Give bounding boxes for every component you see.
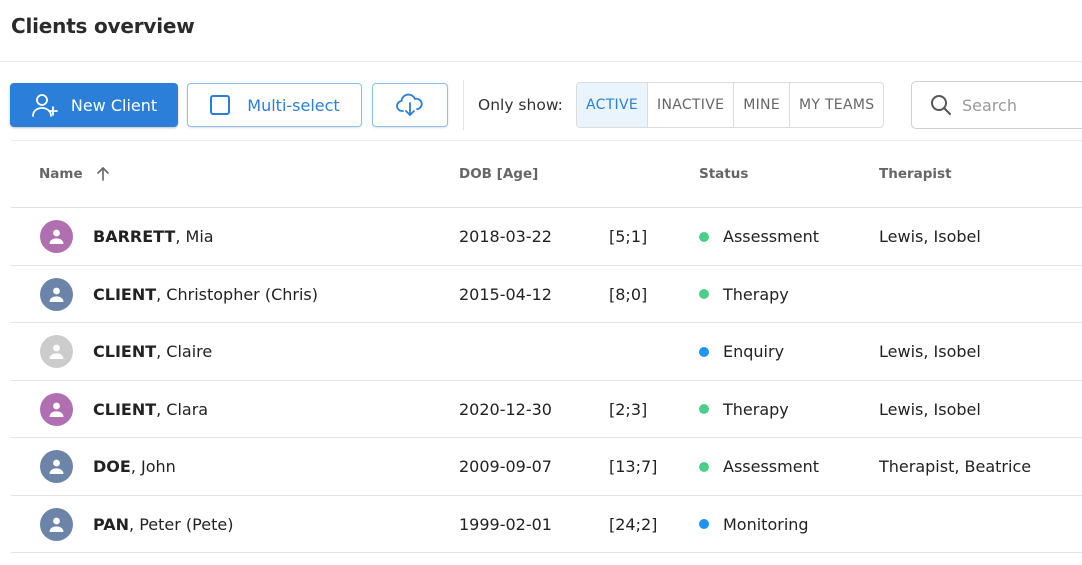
- client-dob: 2018-03-22: [459, 227, 552, 246]
- avatar: [40, 450, 73, 483]
- client-name[interactable]: CLIENT, Claire: [93, 342, 212, 361]
- person-icon: [49, 344, 64, 359]
- table-header: Name DOB [Age] Status Therapist: [11, 141, 1082, 208]
- table-row[interactable]: CLIENT, Clara 2020-12-30 [2;3] Therapy L…: [11, 381, 1082, 438]
- client-given-name: , Claire: [156, 342, 213, 361]
- filter-inactive[interactable]: INACTIVE: [648, 83, 735, 127]
- client-dob: 1999-02-01: [459, 514, 552, 534]
- avatar: [40, 335, 73, 368]
- table-row[interactable]: PAN, Peter (Pete) 1999-02-01 [24;2] Moni…: [11, 496, 1082, 553]
- page-title: Clients overview: [11, 14, 195, 38]
- client-surname: CLIENT: [93, 284, 157, 304]
- client-surname: DOE: [93, 457, 131, 476]
- client-therapist: Lewis, Isobel: [879, 342, 981, 361]
- column-header-status[interactable]: Status: [699, 166, 748, 182]
- search-input[interactable]: [962, 95, 1082, 115]
- client-status: Assessment: [699, 227, 819, 246]
- client-dob: 2020-12-30: [459, 399, 552, 419]
- status-label: Enquiry: [723, 342, 785, 361]
- avatar: [40, 220, 73, 253]
- search-box[interactable]: [911, 81, 1082, 129]
- column-header-dob[interactable]: DOB [Age]: [459, 166, 538, 182]
- download-button[interactable]: [372, 83, 448, 127]
- client-age: [8;0]: [609, 284, 648, 304]
- toolbar-divider: [463, 80, 464, 130]
- column-header-name-label: Name: [39, 166, 83, 182]
- status-dot: [699, 346, 709, 357]
- table-row[interactable]: CLIENT, Christopher (Chris) 2015-04-12 […: [11, 266, 1082, 323]
- table-row[interactable]: DOE, John 2009-09-07 [13;7] Assessment T…: [11, 438, 1082, 496]
- client-therapist: Therapist, Beatrice: [879, 457, 1032, 476]
- client-given-name: , Clara: [156, 399, 209, 419]
- client-surname: BARRETT: [93, 227, 176, 246]
- filter-my-teams[interactable]: MY TEAMS: [790, 83, 883, 127]
- table-row[interactable]: BARRETT, Mia 2018-03-22 [5;1] Assessment…: [11, 208, 1082, 266]
- person-icon: [49, 287, 64, 302]
- status-dot: [699, 231, 709, 242]
- client-name[interactable]: PAN, Peter (Pete): [93, 515, 233, 534]
- only-show-label: Only show:: [478, 96, 563, 114]
- client-name[interactable]: DOE, John: [93, 457, 176, 476]
- status-label: Assessment: [723, 457, 819, 476]
- client-age: [2;3]: [609, 399, 648, 419]
- person-icon: [49, 402, 64, 417]
- client-status: Assessment: [699, 457, 819, 476]
- status-label: Monitoring: [723, 514, 809, 534]
- column-header-therapist[interactable]: Therapist: [879, 166, 952, 182]
- filter-mine[interactable]: MINE: [734, 83, 790, 127]
- table-body: BARRETT, Mia 2018-03-22 [5;1] Assessment…: [11, 208, 1082, 553]
- client-age: [5;1]: [609, 227, 648, 246]
- multi-select-button[interactable]: Multi-select: [187, 83, 362, 127]
- filter-active[interactable]: ACTIVE: [577, 83, 649, 127]
- client-given-name: , John: [130, 457, 176, 476]
- client-dob: 2015-04-12: [459, 284, 552, 304]
- client-surname: PAN: [93, 514, 130, 534]
- person-icon: [49, 229, 64, 244]
- status-dot: [699, 289, 709, 299]
- client-therapist: Lewis, Isobel: [879, 399, 981, 419]
- arrow-up-icon: [96, 167, 109, 181]
- client-name[interactable]: BARRETT, Mia: [93, 227, 214, 246]
- client-surname: CLIENT: [93, 342, 157, 361]
- search-icon: [931, 95, 951, 115]
- client-given-name: , Peter (Pete): [129, 514, 234, 534]
- client-therapist: Lewis, Isobel: [879, 227, 981, 246]
- checkbox-icon: [210, 95, 231, 115]
- client-status: Enquiry: [699, 342, 784, 361]
- client-name[interactable]: CLIENT, Christopher (Chris): [93, 285, 318, 304]
- column-header-name[interactable]: Name: [39, 166, 111, 182]
- filter-group: ACTIVE INACTIVE MINE MY TEAMS: [576, 82, 885, 128]
- cloud-download-icon: [396, 93, 423, 116]
- client-status: Therapy: [699, 285, 789, 304]
- table-row[interactable]: CLIENT, Claire Enquiry Lewis, Isobel: [11, 323, 1082, 381]
- client-dob: 2009-09-07: [459, 457, 552, 476]
- client-given-name: , Mia: [175, 227, 214, 246]
- client-age: [13;7]: [609, 457, 658, 476]
- status-label: Therapy: [723, 284, 789, 304]
- add-person-icon: [31, 94, 58, 117]
- client-status: Therapy: [699, 400, 789, 419]
- person-icon: [49, 459, 64, 474]
- status-label: Therapy: [723, 399, 789, 419]
- status-dot: [699, 404, 709, 414]
- status-dot: [699, 461, 709, 472]
- client-age: [24;2]: [609, 514, 658, 534]
- client-given-name: , Christopher (Chris): [156, 284, 318, 304]
- toolbar: New Client Multi-select Only show: ACTIV…: [0, 62, 1082, 140]
- status-label: Assessment: [723, 227, 819, 246]
- new-client-button[interactable]: New Client: [10, 83, 178, 127]
- person-icon: [49, 517, 64, 532]
- avatar: [40, 392, 73, 426]
- avatar: [40, 277, 73, 311]
- new-client-label: New Client: [70, 95, 158, 115]
- avatar: [40, 507, 73, 541]
- client-surname: CLIENT: [93, 399, 157, 419]
- status-dot: [699, 519, 709, 529]
- client-name[interactable]: CLIENT, Clara: [93, 400, 208, 419]
- multi-select-label: Multi-select: [247, 95, 340, 115]
- client-status: Monitoring: [699, 515, 809, 534]
